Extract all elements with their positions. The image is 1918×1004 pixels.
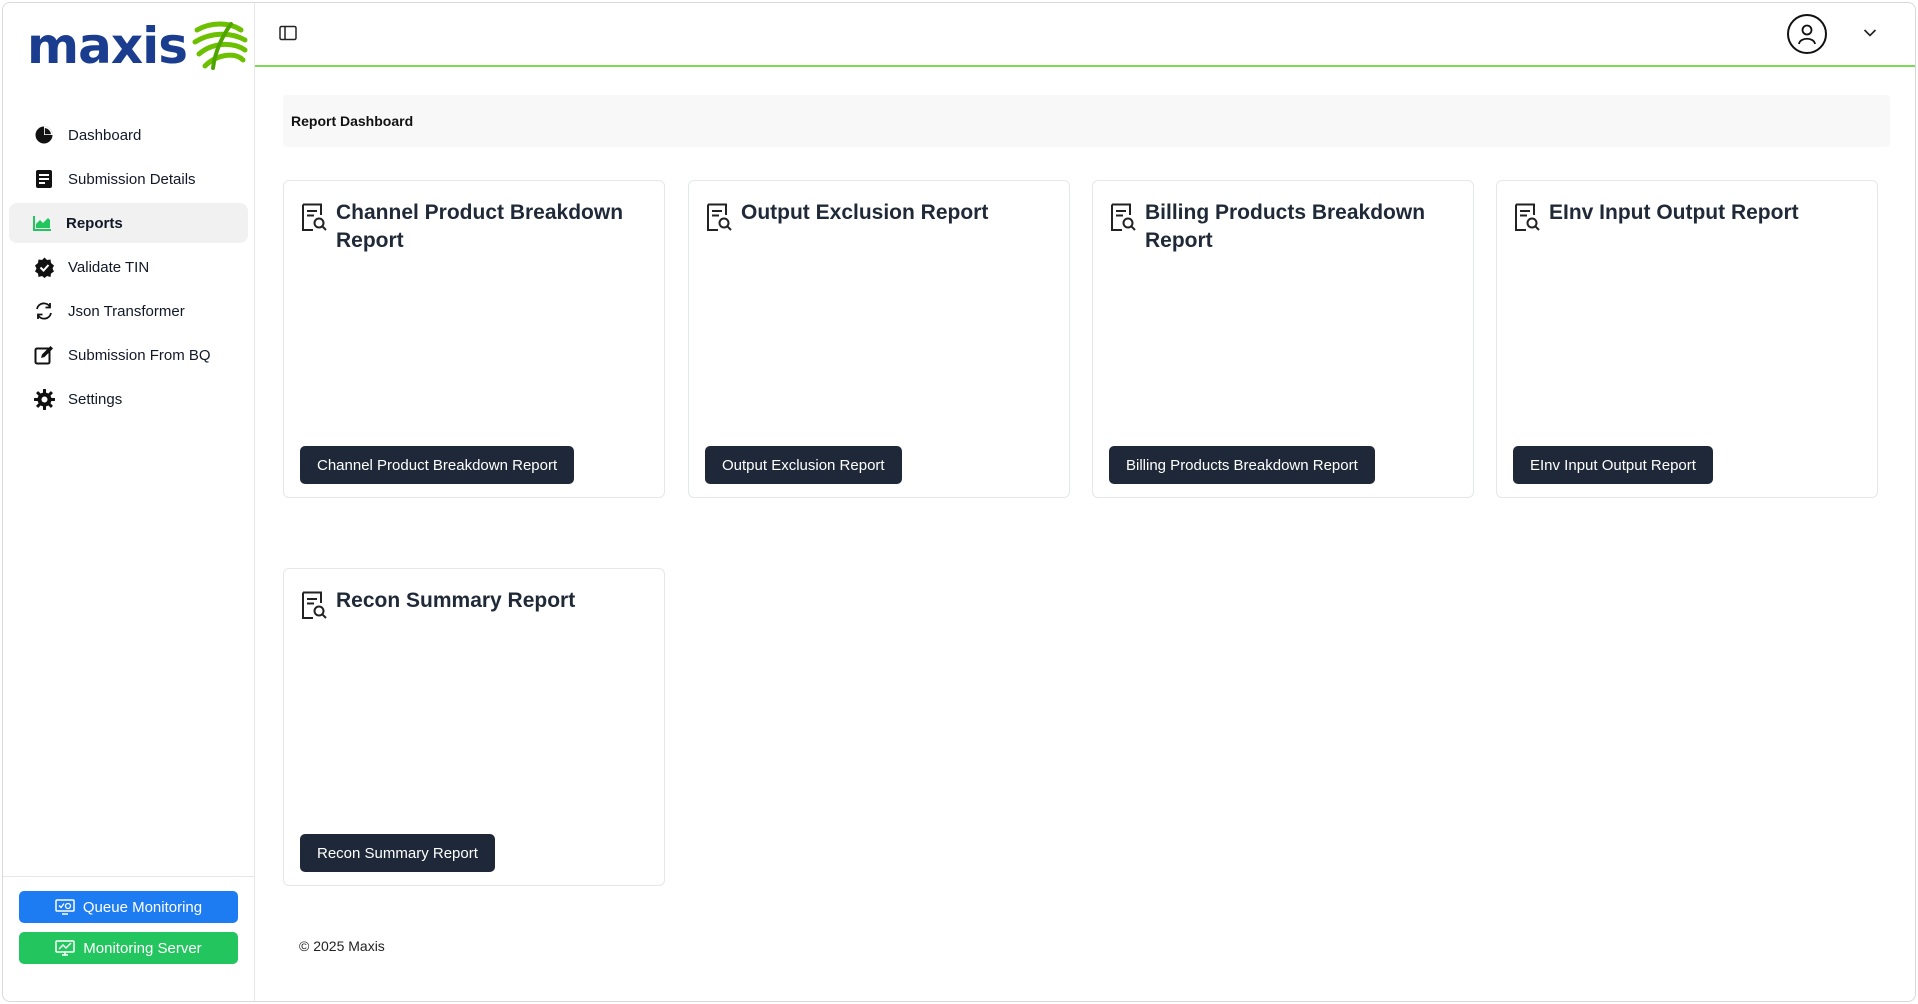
verified-badge-icon (33, 256, 55, 278)
billing-products-breakdown-report-button[interactable]: Billing Products Breakdown Report (1109, 446, 1375, 484)
report-card-title: Channel Product Breakdown Report (336, 201, 624, 252)
report-card-einv-input-output: EInv Input Output Report EInv Input Outp… (1496, 180, 1878, 498)
gear-icon (33, 388, 55, 410)
sidebar-item-dashboard[interactable]: Dashboard (9, 115, 248, 155)
edit-icon (33, 344, 55, 366)
output-exclusion-report-button[interactable]: Output Exclusion Report (705, 446, 902, 484)
sidebar-item-validate-tin[interactable]: Validate TIN (9, 247, 248, 287)
report-card-channel-product-breakdown: Channel Product Breakdown Report Channel… (283, 180, 665, 498)
chevron-down-icon[interactable] (1863, 25, 1877, 43)
logo-wordmark: maxis (27, 17, 188, 75)
sidebar-toggle-icon[interactable] (279, 25, 297, 46)
footer-copyright: © 2025 Maxis (299, 938, 385, 954)
channel-product-breakdown-report-button[interactable]: Channel Product Breakdown Report (300, 446, 575, 484)
sidebar-nav: Dashboard Submission Details Reports Val… (3, 115, 254, 423)
sidebar-item-submission-from-bq[interactable]: Submission From BQ (9, 335, 248, 375)
monitor-check-icon (55, 899, 75, 915)
sidebar-item-submission-details[interactable]: Submission Details (9, 159, 248, 199)
report-card-title: Output Exclusion Report (741, 201, 989, 224)
sidebar-item-label: Validate TIN (68, 258, 150, 276)
main-content: Report Dashboard Channel Product Breakdo… (255, 3, 1915, 1001)
page-title: Report Dashboard (291, 113, 414, 129)
report-card-billing-products-breakdown: Billing Products Breakdown Report Billin… (1092, 180, 1474, 498)
report-card-output-exclusion: Output Exclusion Report Output Exclusion… (688, 180, 1070, 498)
breadcrumb: Report Dashboard (283, 95, 1890, 147)
refresh-icon (33, 300, 55, 322)
sidebar-item-label: Dashboard (68, 126, 142, 144)
sidebar-item-label: Settings (68, 390, 123, 408)
document-search-icon (707, 203, 732, 231)
maxis-logo[interactable]: maxis (3, 3, 254, 89)
pie-chart-icon (33, 124, 55, 146)
sidebar: maxis Dashboard Submission Details Repor… (3, 3, 255, 1001)
document-search-icon (302, 203, 327, 231)
sidebar-item-label: Submission From BQ (68, 346, 211, 364)
queue-monitoring-label: Queue Monitoring (82, 898, 203, 916)
sidebar-item-json-transformer[interactable]: Json Transformer (9, 291, 248, 331)
user-icon (1798, 24, 1816, 45)
einv-input-output-report-button[interactable]: EInv Input Output Report (1513, 446, 1713, 484)
monitor-chart-icon (55, 940, 76, 956)
report-card-title: Recon Summary Report (336, 589, 576, 612)
report-card-title: EInv Input Output Report (1549, 201, 1799, 224)
sidebar-item-label: Submission Details (68, 170, 196, 188)
sidebar-item-reports[interactable]: Reports (9, 203, 248, 243)
document-list-icon (33, 168, 55, 190)
document-search-icon (302, 591, 327, 619)
document-search-icon (1515, 203, 1540, 231)
monitoring-server-label: Monitoring Server (83, 939, 202, 957)
bar-chart-icon (31, 212, 53, 234)
queue-monitoring-button[interactable]: Queue Monitoring (19, 891, 238, 923)
sidebar-item-label: Json Transformer (68, 302, 185, 320)
report-card-recon-summary: Recon Summary Report Recon Summary Repor… (283, 568, 665, 886)
app-window: maxis Dashboard Submission Details Repor… (2, 2, 1916, 1002)
sidebar-item-label: Reports (66, 214, 123, 232)
recon-summary-report-button[interactable]: Recon Summary Report (300, 834, 495, 872)
document-search-icon (1111, 203, 1136, 231)
sidebar-item-settings[interactable]: Settings (9, 379, 248, 419)
report-card-title: Billing Products Breakdown Report (1145, 201, 1426, 252)
monitoring-server-button[interactable]: Monitoring Server (19, 932, 238, 964)
sidebar-footer: Queue Monitoring Monitoring Server (3, 876, 254, 1001)
user-avatar[interactable] (1787, 14, 1827, 54)
maxis-swirl-icon (192, 21, 248, 70)
top-bar (255, 3, 1915, 67)
